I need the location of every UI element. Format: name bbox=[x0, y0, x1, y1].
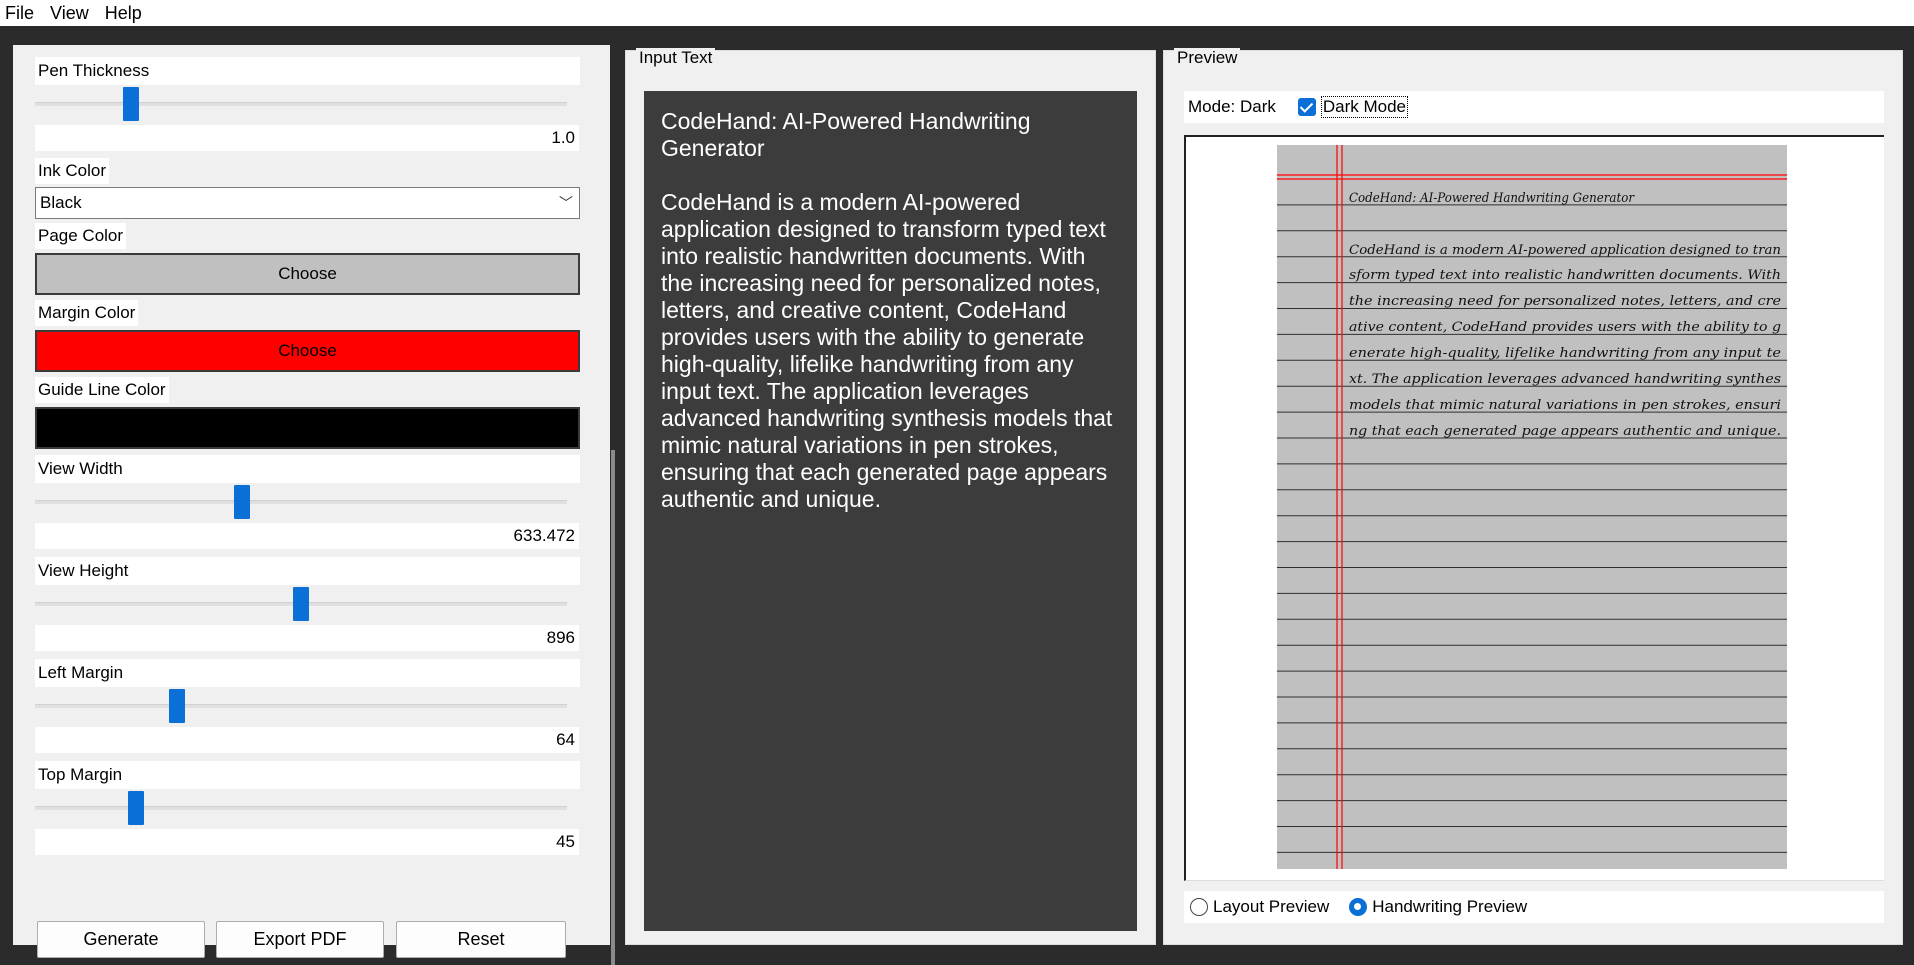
ink-color-selected: Black bbox=[40, 193, 82, 212]
preview-title: Preview bbox=[1174, 48, 1241, 68]
slider-track bbox=[35, 704, 567, 708]
pen-thickness-label: Pen Thickness bbox=[35, 57, 580, 85]
slider-thumb[interactable] bbox=[234, 485, 250, 519]
left-margin-value: 64 bbox=[35, 727, 579, 753]
handwriting-line: CodeHand is a modern AI-powered applicat… bbox=[1349, 243, 1781, 258]
menu-view[interactable]: View bbox=[42, 0, 97, 26]
export-pdf-button[interactable]: Export PDF bbox=[216, 921, 384, 958]
handwriting-line: enerate high-quality, lifelike handwriti… bbox=[1349, 346, 1781, 361]
left-margin-slider[interactable] bbox=[35, 689, 567, 723]
handwriting-line: models that mimic natural variations in … bbox=[1349, 398, 1781, 413]
menu-bar: File View Help bbox=[0, 0, 1914, 26]
dark-mode-label[interactable]: Dark Mode bbox=[1320, 96, 1409, 118]
slider-track bbox=[35, 500, 567, 504]
slider-thumb[interactable] bbox=[123, 87, 139, 121]
handwriting-line: sform typed text into realistic handwrit… bbox=[1349, 268, 1781, 283]
view-height-slider[interactable] bbox=[35, 587, 567, 621]
input-text-title: Input Text bbox=[636, 48, 716, 68]
left-margin-label: Left Margin bbox=[35, 659, 580, 687]
dark-mode-checkbox[interactable] bbox=[1297, 98, 1316, 116]
view-width-slider[interactable] bbox=[35, 485, 567, 519]
layout-preview-label[interactable]: Layout Preview bbox=[1213, 897, 1329, 917]
slider-track bbox=[35, 102, 567, 106]
top-margin-label: Top Margin bbox=[35, 761, 580, 789]
input-text-body: CodeHand is a modern AI-powered applicat… bbox=[661, 189, 1113, 512]
view-width-label: View Width bbox=[35, 455, 580, 483]
generate-button[interactable]: Generate bbox=[37, 921, 205, 958]
settings-panel: Pen Thickness 1.0 Ink Color Black ﹀ Page… bbox=[13, 45, 615, 965]
handwriting-page: CodeHand: AI-Powered Handwriting Generat… bbox=[1277, 145, 1787, 869]
guide-line-color-label: Guide Line Color bbox=[35, 377, 169, 403]
slider-thumb[interactable] bbox=[169, 689, 185, 723]
menu-file[interactable]: File bbox=[0, 0, 42, 26]
input-text-group: Input Text CodeHand: AI-Powered Handwrit… bbox=[625, 48, 1156, 945]
handwriting-preview-label[interactable]: Handwriting Preview bbox=[1372, 897, 1527, 917]
menu-help[interactable]: Help bbox=[97, 0, 150, 26]
layout-preview-radio[interactable] bbox=[1190, 898, 1208, 916]
handwriting-page-svg: CodeHand: AI-Powered Handwriting Generat… bbox=[1277, 145, 1787, 869]
handwriting-line: xt. The application leverages advanced h… bbox=[1349, 372, 1781, 387]
handwriting-line: CodeHand: AI-Powered Handwriting Generat… bbox=[1349, 191, 1635, 206]
handwriting-line: ng that each generated page appears auth… bbox=[1349, 424, 1781, 439]
handwriting-preview-radio[interactable] bbox=[1349, 898, 1368, 916]
page-color-button[interactable]: Choose bbox=[35, 253, 580, 295]
reset-button[interactable]: Reset bbox=[396, 921, 566, 958]
chevron-down-icon: ﹀ bbox=[559, 195, 573, 211]
input-text-area[interactable]: CodeHand: AI-Powered Handwriting Generat… bbox=[644, 91, 1137, 931]
mode-bar: Mode: Dark Dark Mode bbox=[1184, 91, 1884, 123]
handwriting-line: ative content, CodeHand provides users w… bbox=[1349, 320, 1781, 335]
pen-thickness-slider[interactable] bbox=[35, 87, 567, 121]
slider-thumb[interactable] bbox=[128, 791, 144, 825]
ink-color-select[interactable]: Black ﹀ bbox=[35, 187, 580, 219]
mode-label: Mode: Dark bbox=[1188, 97, 1276, 116]
preview-mode-radio-group: Layout Preview Handwriting Preview bbox=[1184, 891, 1884, 923]
slider-thumb[interactable] bbox=[293, 587, 309, 621]
margin-color-button[interactable]: Choose bbox=[35, 330, 580, 372]
input-text-heading: CodeHand: AI-Powered Handwriting Generat… bbox=[661, 108, 1031, 161]
view-height-value: 896 bbox=[35, 625, 579, 651]
top-margin-slider[interactable] bbox=[35, 791, 567, 825]
pen-thickness-value: 1.0 bbox=[35, 125, 579, 151]
ink-color-label: Ink Color bbox=[35, 158, 110, 184]
slider-track bbox=[35, 806, 567, 810]
page-color-label: Page Color bbox=[35, 223, 127, 249]
handwriting-line: the increasing need for personalized not… bbox=[1349, 294, 1781, 309]
margin-color-label: Margin Color bbox=[35, 300, 139, 326]
top-margin-value: 45 bbox=[35, 829, 579, 855]
panel-scrollbar[interactable] bbox=[611, 450, 615, 965]
view-height-label: View Height bbox=[35, 557, 580, 585]
guide-line-color-button[interactable] bbox=[35, 407, 580, 449]
view-width-value: 633.472 bbox=[35, 523, 579, 549]
